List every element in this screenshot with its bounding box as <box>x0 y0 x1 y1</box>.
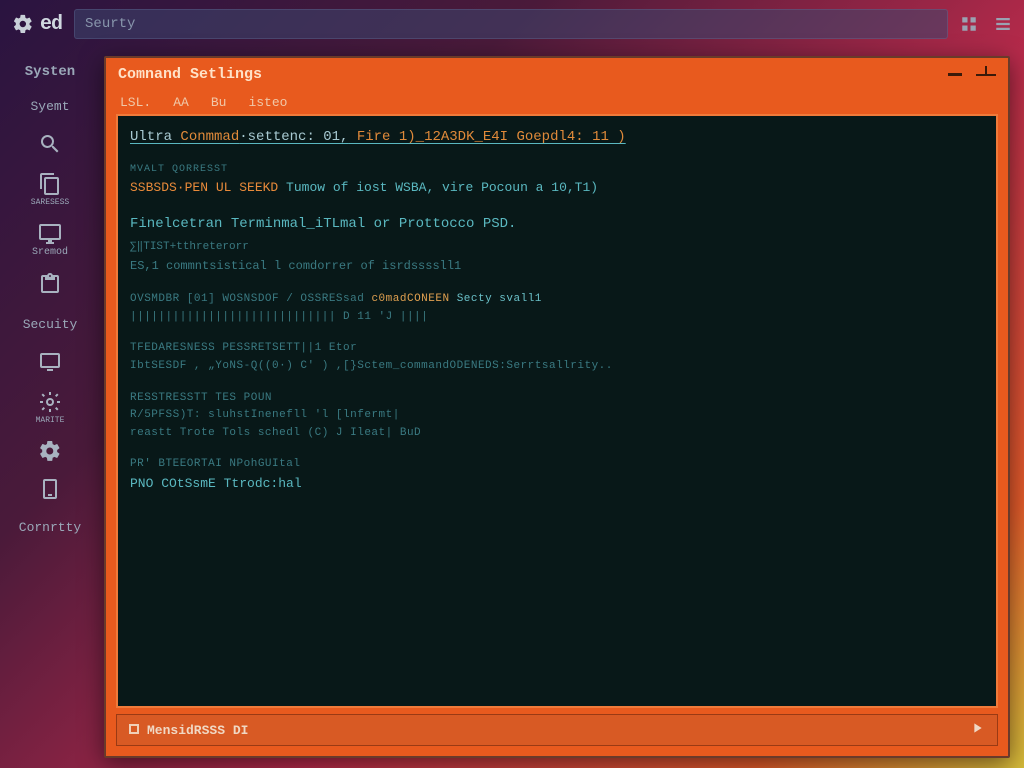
play-button[interactable] <box>969 720 985 740</box>
sidebar-item-display[interactable] <box>5 344 95 382</box>
sidebar: Systen Syemt SARESESS Sremod Secuity <box>0 48 100 768</box>
device-icon <box>38 477 62 501</box>
terminal-titlebar[interactable]: Comnand Setlings <box>106 58 1008 90</box>
terminal-statusbar: MensidRSSS DI <box>116 714 998 746</box>
topbar-right-controls <box>960 15 1012 33</box>
menu-item-0[interactable]: LSL. <box>120 95 151 110</box>
document-stack-icon <box>38 172 62 196</box>
sidebar-item-cornrtty[interactable]: Cornrtty <box>5 509 95 545</box>
sidebar-item-system[interactable]: Systen <box>5 58 95 86</box>
main-region: Systen Syemt SARESESS Sremod Secuity <box>0 48 1024 768</box>
sidebar-item-security[interactable]: Secuity <box>5 306 95 342</box>
menu-item-3[interactable]: isteo <box>248 95 287 110</box>
terminal-window: Comnand Setlings LSL. AA Bu isteo Ultra … <box>104 56 1010 758</box>
gear-small-icon <box>38 439 62 463</box>
monitor-icon <box>38 221 62 245</box>
window-controls <box>948 66 996 82</box>
restore-button[interactable] <box>976 66 996 82</box>
terminal-title: Comnand Setlings <box>118 66 262 83</box>
clipboard-icon <box>38 272 62 296</box>
terminal-block-6: PR' BTEEORTAI NPohGUItal PNO COtSsmE Ttr… <box>130 456 984 494</box>
sidebar-item-device[interactable] <box>5 471 95 507</box>
content-region: Comnand Setlings LSL. AA Bu isteo Ultra … <box>100 48 1024 768</box>
gear-icon <box>12 13 34 35</box>
terminal-block-3: OVSMDBR [01] WOSNSDOF / OSSRESsad c0madC… <box>130 291 984 326</box>
sidebar-item-syemt[interactable]: Syemt <box>5 88 95 124</box>
list-icon[interactable] <box>994 15 1012 33</box>
play-icon <box>969 720 985 736</box>
status-left: MensidRSSS DI <box>129 723 248 738</box>
sidebar-item-search[interactable] <box>5 126 95 164</box>
terminal-block-2: Finelcetran Terminmal_iTLmal or Prottocc… <box>130 213 984 277</box>
stop-icon[interactable] <box>129 724 139 734</box>
terminal-body[interactable]: Ultra Conmmad·settenc: 01, Fire 1)_12A3D… <box>116 114 998 708</box>
address-text: Seurty <box>85 16 135 32</box>
terminal-block-1: MVALT QORRESST SSBSDS·PEN UL SEEKD Tumow… <box>130 162 984 199</box>
sidebar-item-gear3[interactable] <box>5 433 95 469</box>
grid-icon[interactable] <box>960 15 978 33</box>
sidebar-item-settings2[interactable]: MARITE <box>5 384 95 431</box>
terminal-block-4: TFEDARESNESS PESSRETSETT||1 Etor IbtSESD… <box>130 340 984 375</box>
minimize-button[interactable] <box>948 73 962 76</box>
sidebar-item-monitor[interactable]: Sremod <box>5 215 95 264</box>
display-icon <box>38 350 62 374</box>
menu-item-2[interactable]: Bu <box>211 95 227 110</box>
brand-text: ed <box>40 13 62 36</box>
magnifier-icon <box>38 132 62 156</box>
sidebar-item-clipboard[interactable] <box>5 266 95 304</box>
top-bar: ed Seurty <box>0 0 1024 48</box>
cog-icon <box>38 390 62 414</box>
sidebar-item-docs[interactable]: SARESESS <box>5 166 95 213</box>
app-brand: ed <box>12 13 62 36</box>
terminal-header-line: Ultra Conmmad·settenc: 01, Fire 1)_12A3D… <box>130 126 626 148</box>
terminal-menubar: LSL. AA Bu isteo <box>106 90 1008 114</box>
terminal-block-5: RESSTRESSTT TES POUN R/5PFSS)T: sluhstIn… <box>130 390 984 443</box>
menu-item-1[interactable]: AA <box>173 95 189 110</box>
address-bar[interactable]: Seurty <box>74 9 948 39</box>
